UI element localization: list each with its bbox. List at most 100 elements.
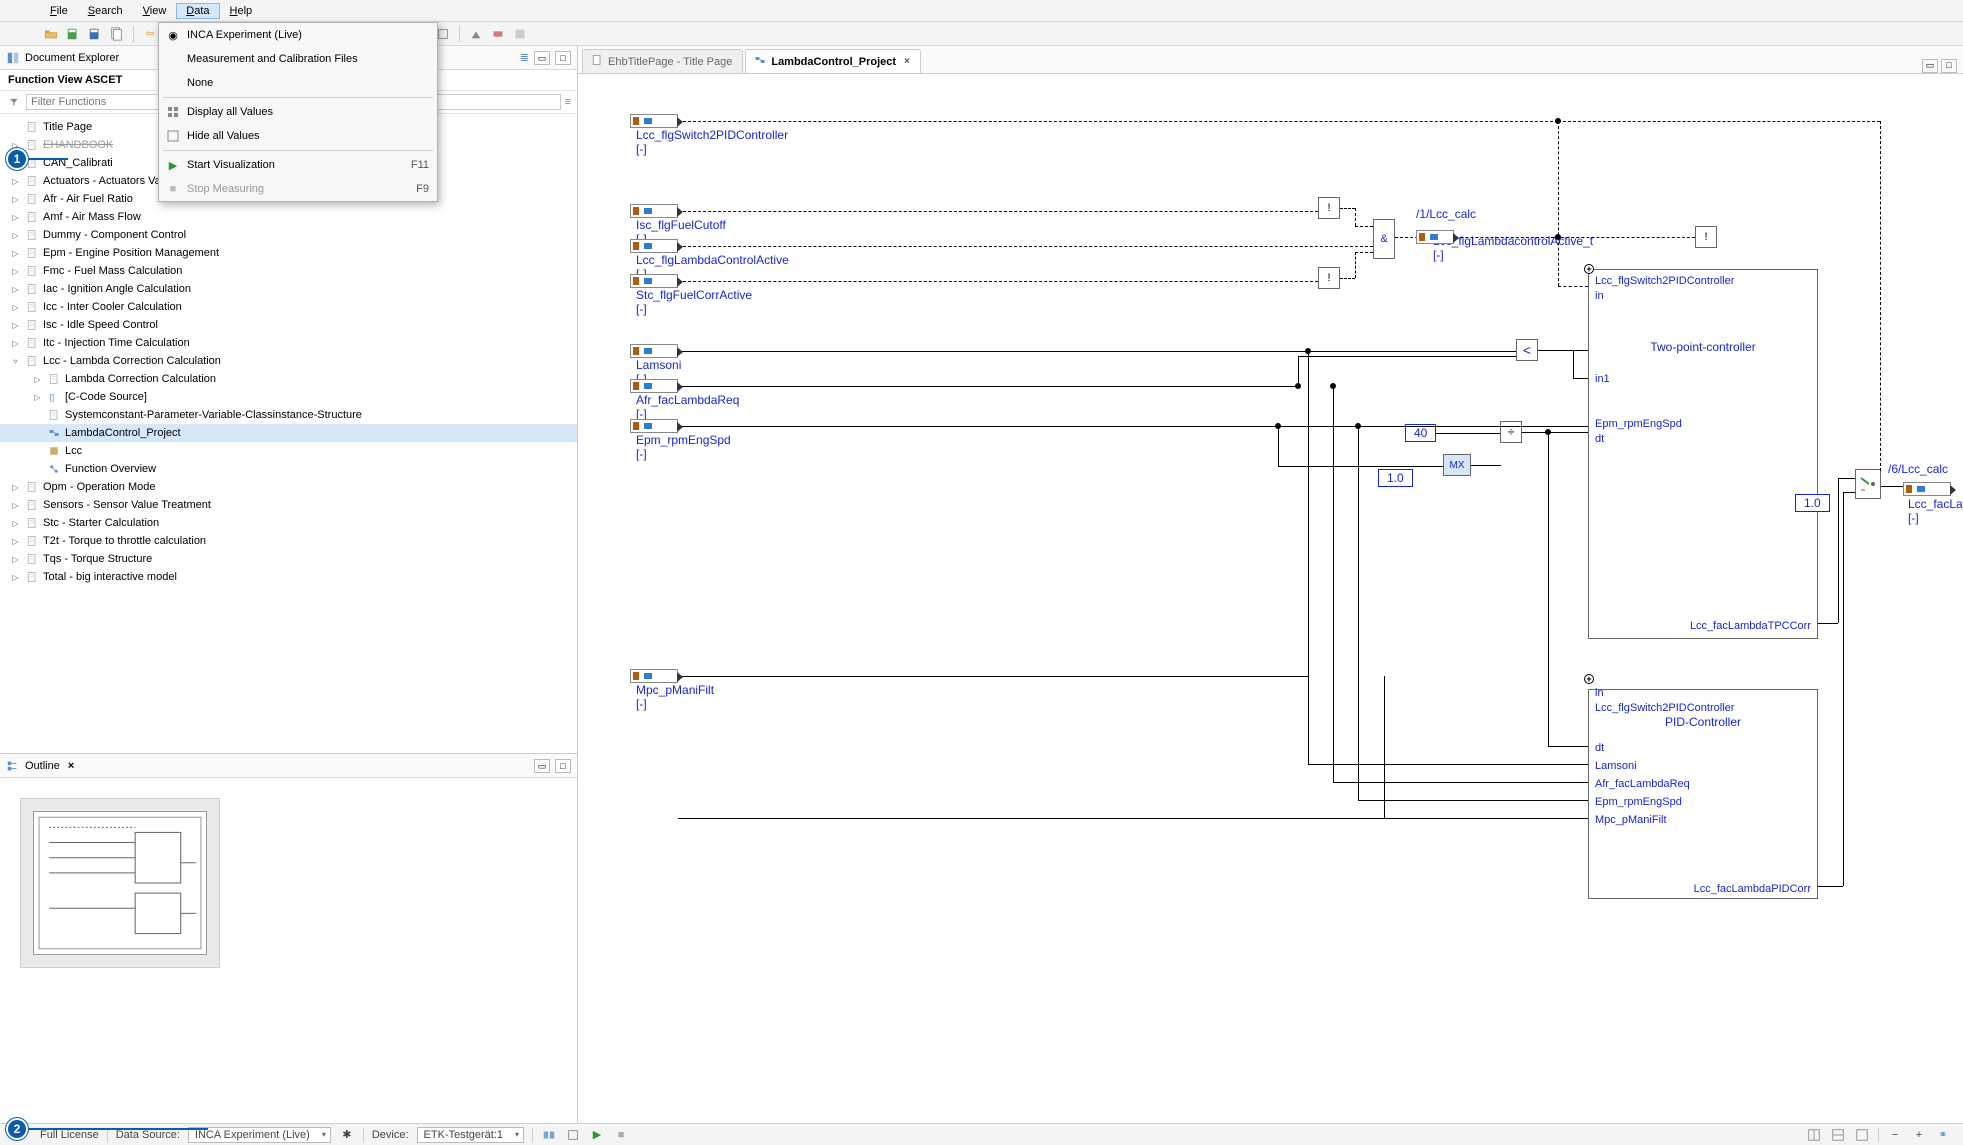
- input-port[interactable]: [630, 669, 678, 683]
- two-point-controller-block[interactable]: Two-point-controller Lcc_flgSwitch2PIDCo…: [1588, 269, 1818, 639]
- outline-max-button[interactable]: □: [555, 759, 571, 773]
- switch-block[interactable]: [1855, 469, 1881, 499]
- tool6-icon[interactable]: [489, 25, 507, 43]
- output-port[interactable]: [1903, 482, 1951, 496]
- divide-block[interactable]: ÷: [1500, 421, 1522, 443]
- tree-item[interactable]: ▷Tqs - Torque Structure: [0, 550, 577, 568]
- open-icon[interactable]: [42, 25, 60, 43]
- layout1-icon[interactable]: [1806, 1127, 1822, 1143]
- outline-close-icon[interactable]: ×: [68, 760, 74, 772]
- tree-item[interactable]: ▿Lcc - Lambda Correction Calculation: [0, 352, 577, 370]
- tree-twisty-icon[interactable]: ▷: [10, 536, 21, 547]
- input-port[interactable]: [630, 379, 678, 393]
- input-port[interactable]: [630, 204, 678, 218]
- device-dropdown[interactable]: ETK-Testgerät:1: [417, 1127, 524, 1143]
- tree-item[interactable]: ▷Function Overview: [0, 460, 577, 478]
- tree-item[interactable]: ▷[][C-Code Source]: [0, 388, 577, 406]
- tree-item[interactable]: ▷Stc - Starter Calculation: [0, 514, 577, 532]
- tree-item[interactable]: ▷Iac - Ignition Angle Calculation: [0, 280, 577, 298]
- menu-hide-all[interactable]: Hide all Values: [159, 124, 437, 148]
- layout3-icon[interactable]: [1854, 1127, 1870, 1143]
- tree-item[interactable]: ▷LambdaControl_Project: [0, 424, 577, 442]
- menu-none[interactable]: None: [159, 71, 437, 95]
- tree-item[interactable]: ▷Icc - Inter Cooler Calculation: [0, 298, 577, 316]
- ds-settings-icon[interactable]: ✱: [339, 1127, 355, 1143]
- nav-back-icon[interactable]: ⇦: [141, 25, 159, 43]
- tree-item[interactable]: ▷Total - big interactive model: [0, 568, 577, 586]
- menu-view[interactable]: View: [133, 3, 177, 19]
- diagram-canvas[interactable]: Two-point-controller Lcc_flgSwitch2PIDCo…: [578, 74, 1963, 1123]
- tree-twisty-icon[interactable]: ▷: [10, 194, 21, 205]
- maximize-button[interactable]: □: [555, 51, 571, 65]
- input-port[interactable]: [630, 274, 678, 288]
- tree-twisty-icon[interactable]: ▷: [10, 176, 21, 187]
- menu-display-all[interactable]: Display all Values: [159, 100, 437, 124]
- tab-close-icon[interactable]: ×: [904, 56, 910, 67]
- menu-data[interactable]: Data: [176, 3, 219, 19]
- stop-icon[interactable]: ■: [613, 1127, 629, 1143]
- compare-block[interactable]: <: [1516, 339, 1538, 361]
- input-port[interactable]: [630, 344, 678, 358]
- tree-item[interactable]: ▷Systemconstant-Parameter-Variable-Class…: [0, 406, 577, 424]
- editor-max-button[interactable]: □: [1941, 59, 1957, 73]
- tree-item[interactable]: ▷Opm - Operation Mode: [0, 478, 577, 496]
- mux-block[interactable]: MX: [1443, 454, 1471, 476]
- tree-twisty-icon[interactable]: ▷: [10, 572, 21, 583]
- filter-options-icon[interactable]: ≡: [565, 96, 571, 108]
- tree-item[interactable]: ▷Fmc - Fuel Mass Calculation: [0, 262, 577, 280]
- tree-twisty-icon[interactable]: ▷: [10, 338, 21, 349]
- menu-help[interactable]: Help: [220, 3, 263, 19]
- tab-titlepage[interactable]: EhbTitlePage - Title Page: [582, 49, 743, 73]
- mid-port[interactable]: [1416, 230, 1454, 244]
- tree-twisty-icon[interactable]: ▷: [10, 230, 21, 241]
- tree-twisty-icon[interactable]: ▿: [10, 356, 21, 367]
- minimize-button[interactable]: ▭: [534, 51, 550, 65]
- tree-item[interactable]: ▷Sensors - Sensor Value Treatment: [0, 496, 577, 514]
- status-tool1-icon[interactable]: [541, 1127, 557, 1143]
- not-block-3[interactable]: !: [1695, 226, 1717, 248]
- zoom-minus-icon[interactable]: −: [1887, 1127, 1903, 1143]
- tree-twisty-icon[interactable]: ▷: [10, 320, 21, 331]
- menu-search[interactable]: Search: [78, 3, 133, 19]
- tree-twisty-icon[interactable]: ▷: [10, 500, 21, 511]
- outline-body[interactable]: [0, 778, 577, 1123]
- list-icon[interactable]: ≣: [520, 51, 529, 64]
- input-port[interactable]: [630, 239, 678, 253]
- layout2-icon[interactable]: [1830, 1127, 1846, 1143]
- tree-twisty-icon[interactable]: ▷: [32, 374, 43, 385]
- menu-start-viz[interactable]: ▶ Start Visualization F11: [159, 153, 437, 177]
- book-blue-icon[interactable]: [86, 25, 104, 43]
- tree-twisty-icon[interactable]: ▷: [10, 302, 21, 313]
- datasource-dropdown[interactable]: INCA Experiment (Live): [188, 1127, 331, 1143]
- play-icon[interactable]: ▶: [589, 1127, 605, 1143]
- tree-twisty-icon[interactable]: ▷: [32, 392, 43, 403]
- not-block-1[interactable]: !: [1318, 197, 1340, 219]
- sheets-icon[interactable]: [108, 25, 126, 43]
- tool5-icon[interactable]: [467, 25, 485, 43]
- tab-lambdacontrol[interactable]: LambdaControl_Project ×: [745, 49, 921, 73]
- tree-twisty-icon[interactable]: ▷: [10, 518, 21, 529]
- tree-item[interactable]: ▷Itc - Injection Time Calculation: [0, 334, 577, 352]
- outline-min-button[interactable]: ▭: [534, 759, 550, 773]
- outline-thumbnail[interactable]: [20, 798, 220, 968]
- input-port[interactable]: [630, 114, 678, 128]
- tree-item[interactable]: ▷Lambda Correction Calculation: [0, 370, 577, 388]
- tree-item[interactable]: ▷Amf - Air Mass Flow: [0, 208, 577, 226]
- tree-twisty-icon[interactable]: ▷: [10, 212, 21, 223]
- tree-twisty-icon[interactable]: ▷: [10, 554, 21, 565]
- input-port[interactable]: [630, 419, 678, 433]
- and-block[interactable]: &: [1373, 219, 1395, 259]
- menu-file[interactable]: File: [40, 3, 78, 19]
- tree-twisty-icon[interactable]: ▷: [10, 266, 21, 277]
- status-tool2-icon[interactable]: [565, 1127, 581, 1143]
- menu-meas-files[interactable]: Measurement and Calibration Files: [159, 47, 437, 71]
- link-icon[interactable]: ⚭: [1935, 1127, 1951, 1143]
- tool7-icon[interactable]: [511, 25, 529, 43]
- book-green-icon[interactable]: [64, 25, 82, 43]
- tree-item[interactable]: ▷Lcc: [0, 442, 577, 460]
- tree-item[interactable]: ▷Isc - Idle Speed Control: [0, 316, 577, 334]
- not-block-2[interactable]: !: [1318, 267, 1340, 289]
- zoom-plus-icon[interactable]: +: [1911, 1127, 1927, 1143]
- tree-item[interactable]: ▷Epm - Engine Position Management: [0, 244, 577, 262]
- editor-min-button[interactable]: ▭: [1922, 59, 1938, 73]
